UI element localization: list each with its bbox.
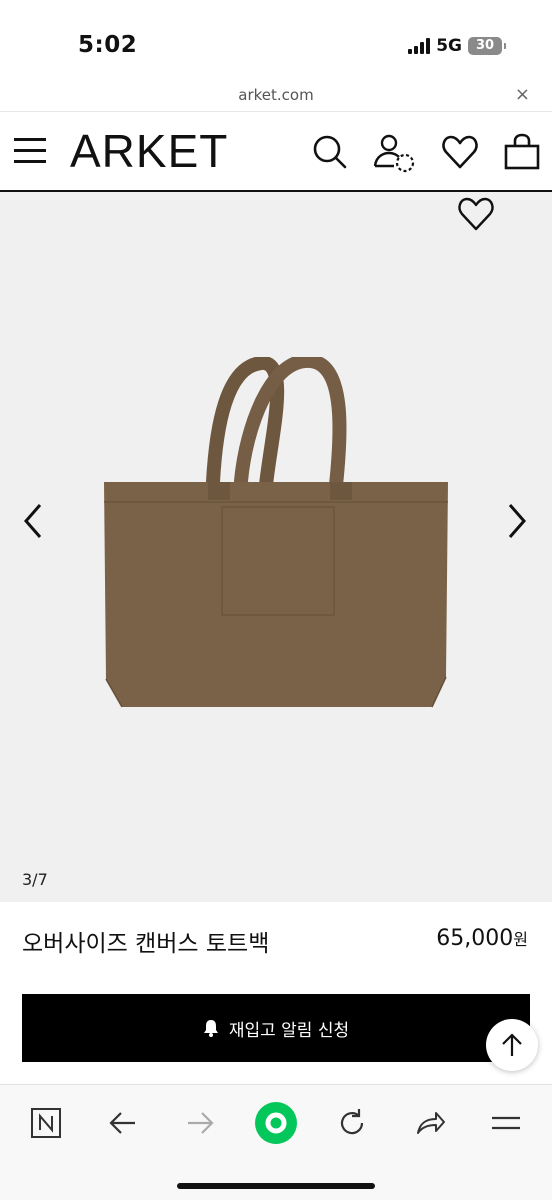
scroll-to-top-button[interactable] [486, 1019, 538, 1071]
menu-icon[interactable] [486, 1103, 526, 1143]
back-icon[interactable] [103, 1103, 143, 1143]
product-name: 오버사이즈 캔버스 토트백 [22, 931, 270, 957]
url-bar[interactable]: arket.com × [0, 82, 552, 112]
product-price: 65,000원 [436, 926, 528, 951]
restock-notification-label: 재입고 알림 신청 [228, 1020, 350, 1041]
price-currency: 원 [513, 930, 528, 949]
close-icon[interactable]: × [515, 84, 530, 105]
arket-logo[interactable]: ARKET [70, 124, 228, 178]
account-icon[interactable] [372, 132, 418, 173]
next-image-chevron-icon[interactable] [502, 500, 532, 542]
image-counter: 3/7 [22, 870, 48, 889]
forward-icon [180, 1103, 220, 1143]
battery-icon: 30 [468, 37, 506, 55]
price-value: 65,000 [436, 926, 514, 951]
status-indicators: 5G 30 [408, 36, 506, 56]
refresh-icon[interactable] [332, 1103, 372, 1143]
site-header: ARKET [0, 112, 552, 192]
naver-icon[interactable] [26, 1103, 66, 1143]
share-icon[interactable] [410, 1103, 450, 1143]
wishlist-heart-icon[interactable] [440, 132, 480, 172]
green-dot-icon[interactable] [254, 1101, 298, 1145]
status-time: 5:02 [78, 32, 138, 58]
search-icon[interactable] [310, 132, 350, 172]
bell-icon [203, 1020, 218, 1037]
status-bar: 5:02 5G 30 [0, 0, 552, 82]
product-image-tote-bag [104, 357, 448, 708]
home-indicator [177, 1183, 375, 1189]
arrow-up-icon [502, 1033, 522, 1056]
product-image-gallery[interactable]: 3/7 [0, 192, 552, 902]
signal-icon [408, 38, 431, 54]
browser-toolbar [0, 1084, 552, 1200]
restock-notification-button[interactable]: 재입고 알림 신청 [22, 994, 530, 1062]
url-text[interactable]: arket.com [0, 86, 552, 104]
hamburger-menu-icon[interactable] [14, 136, 48, 166]
add-to-wishlist-heart-icon[interactable] [456, 196, 496, 232]
network-label: 5G [436, 36, 462, 56]
previous-image-chevron-icon[interactable] [18, 500, 48, 542]
shopping-bag-icon[interactable] [502, 132, 542, 172]
